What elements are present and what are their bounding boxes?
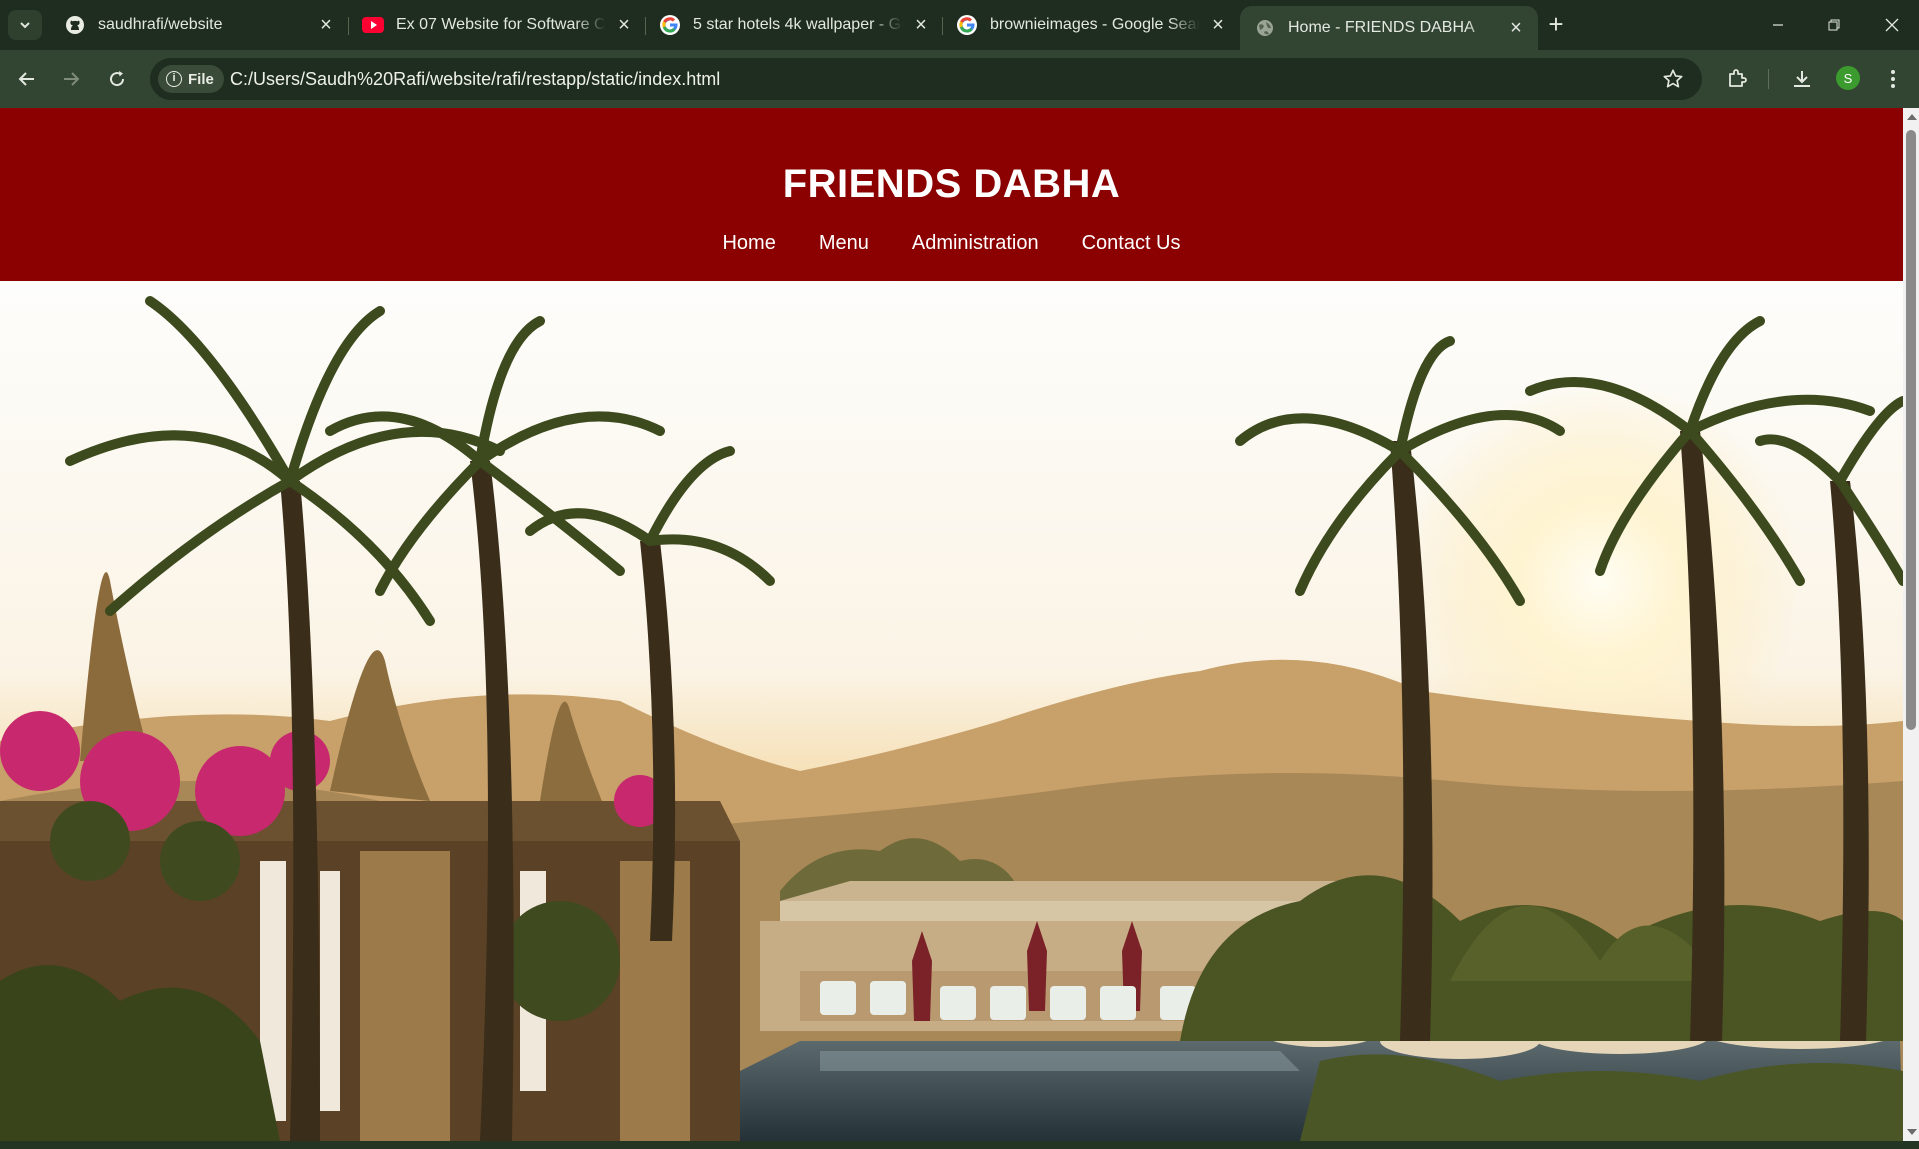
tab-title: Ex 07 Website for Software Con <box>396 16 606 33</box>
more-menu-icon[interactable] <box>1878 64 1908 94</box>
globe-icon <box>1254 17 1276 39</box>
site-title: FRIENDS DABHA <box>782 162 1121 206</box>
download-icon[interactable] <box>1787 64 1817 94</box>
site-nav: Home Menu Administration Contact Us <box>0 232 1903 255</box>
close-window-button[interactable] <box>1872 10 1912 40</box>
restore-icon <box>1828 19 1840 31</box>
extensions-icon[interactable] <box>1722 64 1752 94</box>
scroll-down-arrow-icon[interactable] <box>1907 1129 1917 1135</box>
close-icon[interactable]: × <box>1208 14 1228 36</box>
site-info-chip[interactable]: i File <box>158 65 224 93</box>
tab-youtube[interactable]: Ex 07 Website for Software Con × <box>348 8 646 42</box>
google-icon <box>956 14 978 36</box>
tab-title: brownieimages - Google Search <box>990 16 1200 33</box>
github-icon <box>64 14 86 36</box>
nav-link-contact-us[interactable]: Contact Us <box>1082 232 1181 255</box>
forward-button[interactable] <box>56 64 86 94</box>
google-icon <box>659 14 681 36</box>
profile-avatar[interactable]: S <box>1836 66 1860 90</box>
page-viewport: FRIENDS DABHA Home Menu Administration C… <box>0 108 1903 1141</box>
info-icon: i <box>166 71 182 87</box>
back-button[interactable] <box>12 64 42 94</box>
scrollbar-thumb[interactable] <box>1906 130 1916 730</box>
tab-title: saudhrafi/website <box>98 16 223 33</box>
chevron-down-icon <box>20 22 30 29</box>
page-scrollbar[interactable] <box>1903 108 1919 1141</box>
tab-google-brownie[interactable]: brownieimages - Google Search × <box>942 8 1240 42</box>
tab-title: Home - FRIENDS DABHA <box>1288 19 1475 36</box>
toolbar-divider <box>1768 69 1769 89</box>
arrow-right-icon <box>64 72 80 86</box>
bookmark-star-icon[interactable] <box>1662 68 1686 92</box>
reload-button[interactable] <box>102 64 132 94</box>
tab-google-hotels[interactable]: 5 star hotels 4k wallpaper - Goo × <box>645 8 943 42</box>
address-bar[interactable]: i File C:/Users/Saudh%20Rafi/website/raf… <box>150 58 1702 100</box>
close-icon[interactable]: × <box>316 14 336 36</box>
restore-button[interactable] <box>1814 10 1854 40</box>
browser-toolbar: i File C:/Users/Saudh%20Rafi/website/raf… <box>0 50 1919 108</box>
url-text[interactable]: C:/Users/Saudh%20Rafi/website/rafi/resta… <box>230 69 720 90</box>
scroll-up-arrow-icon[interactable] <box>1907 114 1917 120</box>
site-info-label: File <box>188 70 214 88</box>
minimize-button[interactable] <box>1758 10 1798 40</box>
hero-image <box>0 281 1903 1141</box>
close-icon[interactable]: × <box>911 14 931 36</box>
close-icon[interactable]: × <box>614 14 634 36</box>
tab-friends-dabha[interactable]: Home - FRIENDS DABHA × <box>1240 6 1538 50</box>
nav-link-menu[interactable]: Menu <box>819 232 869 255</box>
window-bottom-edge <box>0 1141 1919 1149</box>
reload-icon <box>110 71 125 87</box>
close-icon[interactable]: × <box>1506 17 1526 39</box>
tab-search-button[interactable] <box>8 10 42 40</box>
close-icon <box>1885 18 1899 32</box>
arrow-left-icon <box>18 72 34 86</box>
youtube-icon <box>362 14 384 36</box>
tab-title: 5 star hotels 4k wallpaper - Goo <box>693 16 903 33</box>
tab-strip: saudhrafi/website × Ex 07 Website for So… <box>0 0 1919 50</box>
site-header: FRIENDS DABHA Home Menu Administration C… <box>0 108 1903 281</box>
nav-link-administration[interactable]: Administration <box>912 232 1039 255</box>
minimize-icon <box>1773 24 1783 26</box>
nav-link-home[interactable]: Home <box>722 232 775 255</box>
new-tab-button[interactable]: + <box>1542 11 1570 39</box>
tab-github[interactable]: saudhrafi/website × <box>50 8 348 42</box>
